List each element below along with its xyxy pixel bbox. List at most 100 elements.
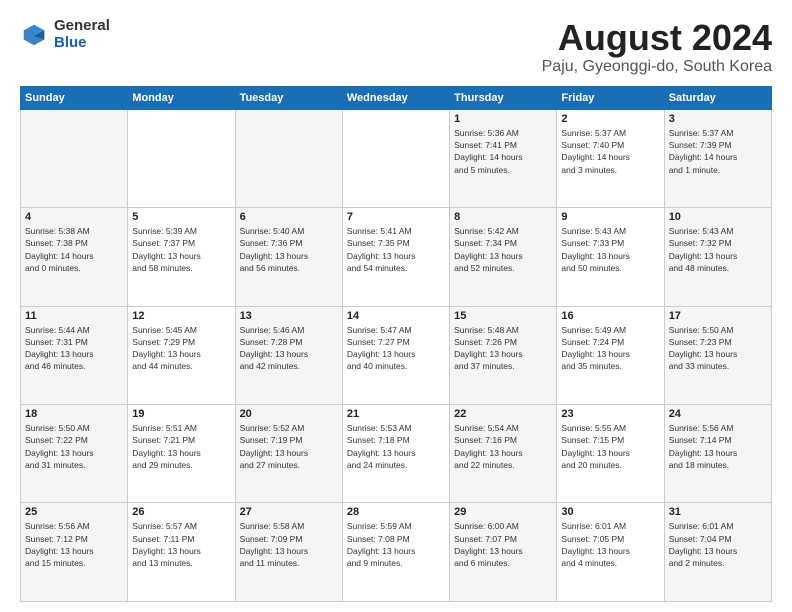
title-block: August 2024 Paju, Gyeonggi-do, South Kor… xyxy=(542,18,772,76)
calendar-cell: 1 Sunrise: 5:36 AMSunset: 7:41 PMDaylight… xyxy=(450,109,557,207)
day-number: 8 xyxy=(454,211,552,223)
calendar-cell: 19 Sunrise: 5:51 AMSunset: 7:21 PMDayligh… xyxy=(128,405,235,503)
day-number: 23 xyxy=(561,408,659,420)
calendar-cell xyxy=(21,109,128,207)
day-info: Sunrise: 5:47 AMSunset: 7:27 PMDaylight:… xyxy=(347,324,445,373)
calendar-cell: 7 Sunrise: 5:41 AMSunset: 7:35 PMDaylight… xyxy=(342,208,449,306)
day-number: 19 xyxy=(132,408,230,420)
logo-general-label: General xyxy=(54,18,110,35)
day-number: 3 xyxy=(669,113,767,125)
day-info: Sunrise: 5:44 AMSunset: 7:31 PMDaylight:… xyxy=(25,324,123,373)
day-info: Sunrise: 5:55 AMSunset: 7:15 PMDaylight:… xyxy=(561,422,659,471)
day-info: Sunrise: 5:37 AMSunset: 7:39 PMDaylight:… xyxy=(669,127,767,176)
day-number: 13 xyxy=(240,310,338,322)
day-number: 30 xyxy=(561,506,659,518)
calendar-week-3: 11Sunrise: 5:44 AMSunset: 7:31 PMDayligh… xyxy=(21,306,772,404)
calendar-cell: 21 Sunrise: 5:53 AMSunset: 7:18 PMDayligh… xyxy=(342,405,449,503)
calendar-header-wednesday: Wednesday xyxy=(342,86,449,109)
calendar-cell: 22Sunrise: 5:54 AMSunset: 7:16 PMDayligh… xyxy=(450,405,557,503)
calendar-cell: 13Sunrise: 5:46 AMSunset: 7:28 PMDayligh… xyxy=(235,306,342,404)
calendar-header-thursday: Thursday xyxy=(450,86,557,109)
page: General Blue August 2024 Paju, Gyeonggi-… xyxy=(0,0,792,612)
day-info: Sunrise: 5:50 AMSunset: 7:23 PMDaylight:… xyxy=(669,324,767,373)
calendar-cell xyxy=(128,109,235,207)
calendar-cell: 12Sunrise: 5:45 AMSunset: 7:29 PMDayligh… xyxy=(128,306,235,404)
calendar-cell: 4Sunrise: 5:38 AMSunset: 7:38 PMDaylight… xyxy=(21,208,128,306)
day-info: Sunrise: 5:39 AMSunset: 7:37 PMDaylight:… xyxy=(132,225,230,274)
calendar-cell: 26Sunrise: 5:57 AMSunset: 7:11 PMDayligh… xyxy=(128,503,235,602)
calendar-header-tuesday: Tuesday xyxy=(235,86,342,109)
day-number: 29 xyxy=(454,506,552,518)
calendar-cell: 5 Sunrise: 5:39 AMSunset: 7:37 PMDaylight… xyxy=(128,208,235,306)
day-number: 28 xyxy=(347,506,445,518)
day-number: 25 xyxy=(25,506,123,518)
calendar-cell: 17 Sunrise: 5:50 AMSunset: 7:23 PMDayligh… xyxy=(664,306,771,404)
calendar-cell: 23 Sunrise: 5:55 AMSunset: 7:15 PMDayligh… xyxy=(557,405,664,503)
calendar-cell: 27 Sunrise: 5:58 AMSunset: 7:09 PMDayligh… xyxy=(235,503,342,602)
day-number: 7 xyxy=(347,211,445,223)
day-info: Sunrise: 5:56 AMSunset: 7:14 PMDaylight:… xyxy=(669,422,767,471)
calendar-header-monday: Monday xyxy=(128,86,235,109)
calendar-header-saturday: Saturday xyxy=(664,86,771,109)
calendar-cell: 6Sunrise: 5:40 AMSunset: 7:36 PMDaylight… xyxy=(235,208,342,306)
calendar-cell: 14Sunrise: 5:47 AMSunset: 7:27 PMDayligh… xyxy=(342,306,449,404)
day-info: Sunrise: 6:01 AMSunset: 7:04 PMDaylight:… xyxy=(669,520,767,569)
day-info: Sunrise: 5:48 AMSunset: 7:26 PMDaylight:… xyxy=(454,324,552,373)
calendar-header-friday: Friday xyxy=(557,86,664,109)
day-info: Sunrise: 5:58 AMSunset: 7:09 PMDaylight:… xyxy=(240,520,338,569)
calendar-table: SundayMondayTuesdayWednesdayThursdayFrid… xyxy=(20,86,772,602)
header: General Blue August 2024 Paju, Gyeonggi-… xyxy=(20,18,772,76)
day-info: Sunrise: 5:42 AMSunset: 7:34 PMDaylight:… xyxy=(454,225,552,274)
calendar-header-sunday: Sunday xyxy=(21,86,128,109)
day-info: Sunrise: 5:45 AMSunset: 7:29 PMDaylight:… xyxy=(132,324,230,373)
calendar-cell: 28 Sunrise: 5:59 AMSunset: 7:08 PMDayligh… xyxy=(342,503,449,602)
day-number: 21 xyxy=(347,408,445,420)
day-info: Sunrise: 5:51 AMSunset: 7:21 PMDaylight:… xyxy=(132,422,230,471)
calendar-cell: 24 Sunrise: 5:56 AMSunset: 7:14 PMDayligh… xyxy=(664,405,771,503)
calendar-week-4: 18 Sunrise: 5:50 AMSunset: 7:22 PMDayligh… xyxy=(21,405,772,503)
calendar-week-2: 4Sunrise: 5:38 AMSunset: 7:38 PMDaylight… xyxy=(21,208,772,306)
day-number: 18 xyxy=(25,408,123,420)
day-info: Sunrise: 5:43 AMSunset: 7:32 PMDaylight:… xyxy=(669,225,767,274)
day-number: 1 xyxy=(454,113,552,125)
day-info: Sunrise: 5:59 AMSunset: 7:08 PMDaylight:… xyxy=(347,520,445,569)
calendar-cell: 18 Sunrise: 5:50 AMSunset: 7:22 PMDayligh… xyxy=(21,405,128,503)
day-info: Sunrise: 5:37 AMSunset: 7:40 PMDaylight:… xyxy=(561,127,659,176)
calendar-cell xyxy=(235,109,342,207)
day-info: Sunrise: 5:49 AMSunset: 7:24 PMDaylight:… xyxy=(561,324,659,373)
calendar-cell: 3 Sunrise: 5:37 AMSunset: 7:39 PMDaylight… xyxy=(664,109,771,207)
day-number: 17 xyxy=(669,310,767,322)
day-number: 10 xyxy=(669,211,767,223)
calendar-cell: 8 Sunrise: 5:42 AMSunset: 7:34 PMDaylight… xyxy=(450,208,557,306)
calendar-cell: 20Sunrise: 5:52 AMSunset: 7:19 PMDayligh… xyxy=(235,405,342,503)
day-number: 5 xyxy=(132,211,230,223)
calendar-cell: 2 Sunrise: 5:37 AMSunset: 7:40 PMDaylight… xyxy=(557,109,664,207)
calendar-cell: 29 Sunrise: 6:00 AMSunset: 7:07 PMDayligh… xyxy=(450,503,557,602)
day-info: Sunrise: 5:53 AMSunset: 7:18 PMDaylight:… xyxy=(347,422,445,471)
day-info: Sunrise: 5:50 AMSunset: 7:22 PMDaylight:… xyxy=(25,422,123,471)
logo-icon xyxy=(20,21,48,49)
logo-blue-label: Blue xyxy=(54,35,110,52)
calendar-cell: 25 Sunrise: 5:56 AMSunset: 7:12 PMDayligh… xyxy=(21,503,128,602)
day-info: Sunrise: 6:01 AMSunset: 7:05 PMDaylight:… xyxy=(561,520,659,569)
day-info: Sunrise: 5:52 AMSunset: 7:19 PMDaylight:… xyxy=(240,422,338,471)
day-info: Sunrise: 5:57 AMSunset: 7:11 PMDaylight:… xyxy=(132,520,230,569)
day-info: Sunrise: 5:41 AMSunset: 7:35 PMDaylight:… xyxy=(347,225,445,274)
calendar-cell: 30 Sunrise: 6:01 AMSunset: 7:05 PMDayligh… xyxy=(557,503,664,602)
day-info: Sunrise: 6:00 AMSunset: 7:07 PMDaylight:… xyxy=(454,520,552,569)
day-number: 31 xyxy=(669,506,767,518)
calendar-cell: 11Sunrise: 5:44 AMSunset: 7:31 PMDayligh… xyxy=(21,306,128,404)
day-info: Sunrise: 5:40 AMSunset: 7:36 PMDaylight:… xyxy=(240,225,338,274)
day-info: Sunrise: 5:36 AMSunset: 7:41 PMDaylight:… xyxy=(454,127,552,176)
day-number: 9 xyxy=(561,211,659,223)
calendar-cell: 15Sunrise: 5:48 AMSunset: 7:26 PMDayligh… xyxy=(450,306,557,404)
day-number: 27 xyxy=(240,506,338,518)
calendar-cell: 31 Sunrise: 6:01 AMSunset: 7:04 PMDayligh… xyxy=(664,503,771,602)
logo: General Blue xyxy=(20,18,110,51)
calendar-cell xyxy=(342,109,449,207)
day-number: 2 xyxy=(561,113,659,125)
day-info: Sunrise: 5:56 AMSunset: 7:12 PMDaylight:… xyxy=(25,520,123,569)
calendar-cell: 10 Sunrise: 5:43 AMSunset: 7:32 PMDayligh… xyxy=(664,208,771,306)
day-number: 24 xyxy=(669,408,767,420)
calendar-cell: 9Sunrise: 5:43 AMSunset: 7:33 PMDaylight… xyxy=(557,208,664,306)
